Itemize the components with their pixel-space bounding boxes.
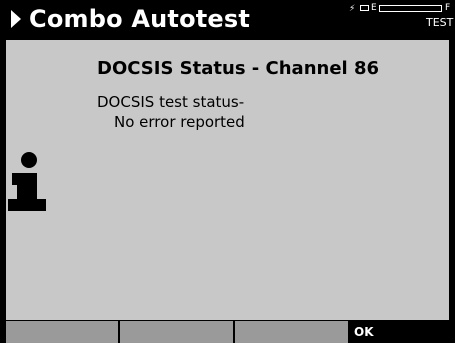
ok-button[interactable]: OK [350,321,455,343]
info-icon [8,152,46,211]
softkey-bar: OK [0,320,455,343]
battery-level-bar [379,5,442,12]
app-title: Combo Autotest [29,5,251,33]
softkey-2[interactable] [120,321,233,343]
softkey-3[interactable] [235,321,348,343]
device-screen: Combo Autotest ⚡ E F TEST DOCSIS Status … [0,0,455,343]
dialog-panel: DOCSIS Status - Channel 86 DOCSIS test s… [6,40,449,320]
title-bar: Combo Autotest ⚡ E F TEST [0,0,455,40]
test-mode-badge: TEST [426,16,454,29]
battery-mini-icon [360,5,369,11]
status-area: ⚡ E F TEST [343,0,455,40]
dialog-title: DOCSIS Status - Channel 86 [97,58,380,79]
status-message-line2: No error reported [114,113,245,131]
softkey-1[interactable] [6,321,118,343]
battery-empty-label: E [371,3,377,13]
lightning-bolt-icon: ⚡ [349,4,356,14]
battery-full-label: F [445,3,451,13]
play-arrow-icon [11,10,21,28]
status-message-line1: DOCSIS test status- [97,93,245,111]
